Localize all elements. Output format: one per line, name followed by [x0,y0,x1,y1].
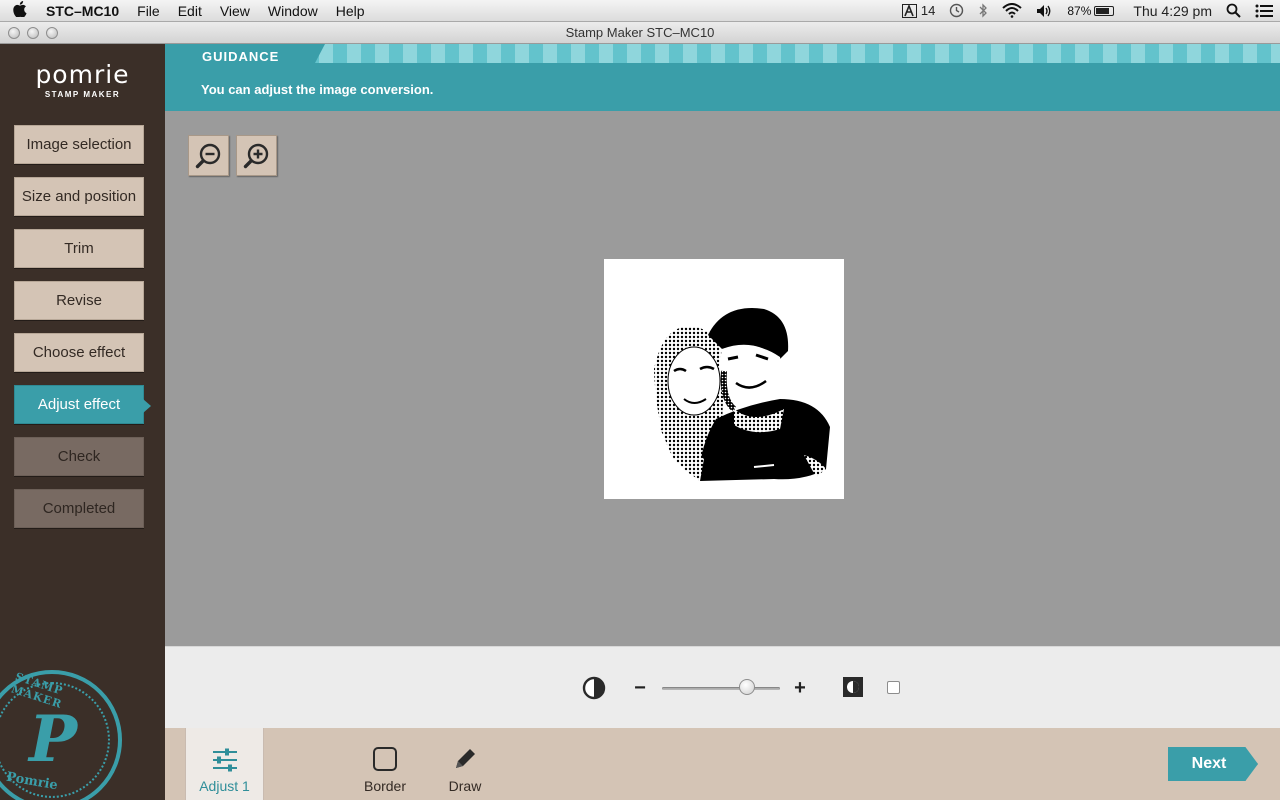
tab-adjust-1[interactable]: Adjust 1 [185,728,264,800]
window-titlebar: Stamp Maker STC–MC10 [0,22,1280,44]
contrast-icon [582,676,606,700]
invert-checkbox[interactable] [887,681,900,694]
tool-label-adjust-1: Adjust 1 [199,778,250,794]
sidebar: pomrie STAMP MAKER Image selection Size … [0,44,165,800]
zoom-window-button[interactable] [46,27,58,39]
seal-letter: P [29,702,78,777]
window-title: Stamp Maker STC–MC10 [565,25,715,40]
increase-button[interactable]: + [791,677,809,699]
square-icon [372,746,398,772]
next-button[interactable]: Next [1168,747,1258,781]
tab-draw[interactable]: Draw [437,728,493,800]
step-image-selection[interactable]: Image selection [14,125,144,164]
menu-window[interactable]: Window [259,3,327,19]
menu-file[interactable]: File [128,3,169,19]
guidance-pattern-strip [165,44,1280,63]
step-adjust-effect[interactable]: Adjust effect [14,385,151,424]
volume-icon[interactable] [1029,4,1060,18]
stamp-maker-seal-logo: STAMP MAKER P Pomrie [0,670,122,800]
bottom-toolbar: Adjust 1 Border Draw Next [165,728,1280,800]
stamp-preview-image[interactable] [604,259,844,499]
clock[interactable]: Thu 4:29 pm [1121,3,1219,19]
spotlight-search-icon[interactable] [1219,3,1248,18]
adobe-icon [901,3,917,18]
threshold-slider-thumb[interactable] [738,679,755,695]
tool-label-draw: Draw [448,778,482,794]
zoom-in-icon [243,143,268,168]
guidance-tab: GUIDANCE [165,44,325,66]
step-check: Check [14,437,144,476]
step-trim[interactable]: Trim [14,229,144,268]
apple-menu-icon[interactable] [0,0,40,21]
tab-border[interactable]: Border [355,728,415,800]
tool-label-border: Border [363,778,407,794]
bluetooth-icon[interactable] [971,3,995,18]
battery-status[interactable]: 87% [1060,4,1121,18]
threshold-slider-track[interactable] [662,687,780,690]
window-controls [8,27,58,39]
minimize-window-button[interactable] [27,27,39,39]
menu-edit[interactable]: Edit [169,3,211,19]
zoom-out-icon [195,143,220,168]
pomrie-logo: pomrie STAMP MAKER [0,60,165,100]
menu-help[interactable]: Help [327,3,374,19]
guidance-message: You can adjust the image conversion. [201,82,434,97]
close-window-button[interactable] [8,27,20,39]
battery-percent: 87% [1067,3,1092,18]
menu-bar: STC–MC10 File Edit View Window Help 14 8… [0,0,1280,22]
menu-view[interactable]: View [211,3,259,19]
wifi-icon[interactable] [995,3,1029,18]
step-choose-effect[interactable]: Choose effect [14,333,144,372]
notification-center-icon[interactable] [1248,4,1280,18]
guidance-banner: GUIDANCE You can adjust the image conver… [165,44,1280,111]
battery-icon [1094,5,1115,16]
preview-canvas-area [165,111,1280,646]
adobe-count: 14 [920,3,936,18]
zoom-in-button[interactable] [236,135,277,176]
app-menu[interactable]: STC–MC10 [40,3,128,19]
logo-name: pomrie [35,60,130,89]
time-machine-icon[interactable] [942,3,971,18]
decrease-button[interactable]: − [632,677,648,699]
invert-icon[interactable] [842,676,864,698]
step-size-and-position[interactable]: Size and position [14,177,144,216]
halftone-photo [654,308,830,481]
sliders-icon [211,748,239,772]
step-revise[interactable]: Revise [14,281,144,320]
adobe-status[interactable]: 14 [895,3,942,18]
pencil-icon [452,746,478,772]
zoom-out-button[interactable] [188,135,229,176]
step-completed: Completed [14,489,144,528]
adjustment-bar: − + [165,646,1280,728]
logo-subtitle: STAMP MAKER [44,90,121,99]
